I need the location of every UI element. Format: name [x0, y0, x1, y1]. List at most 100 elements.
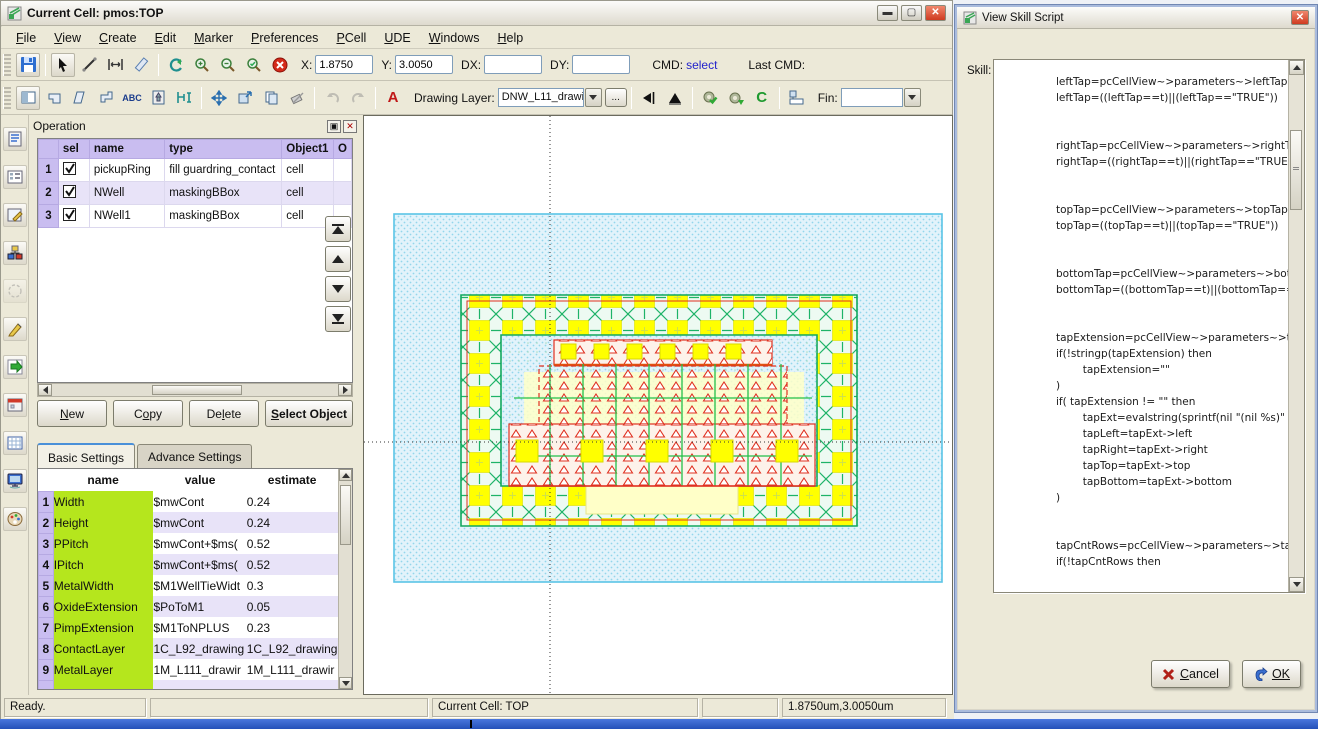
operation-hscrollbar[interactable]: [37, 383, 353, 397]
setting-row[interactable]: 3PPitch$mwCont+$ms(0.52: [39, 533, 338, 554]
operation-row-3[interactable]: 3 NWell1 maskingBBox cell: [39, 205, 352, 228]
setting-value[interactable]: $PoToM1: [153, 596, 246, 617]
layout-canvas[interactable]: [363, 115, 953, 695]
operation-row-1[interactable]: 1 pickupRing fill guardring_contact cell: [39, 159, 352, 182]
col-setting-estimate[interactable]: estimate: [247, 469, 338, 491]
menu-view[interactable]: View: [45, 29, 90, 47]
selection-area-icon[interactable]: [3, 279, 27, 303]
menu-ude[interactable]: UDE: [375, 29, 419, 47]
menu-pcell[interactable]: PCell: [327, 29, 375, 47]
path-tool-icon[interactable]: [68, 86, 92, 110]
run-update-icon[interactable]: [724, 86, 748, 110]
setting-row[interactable]: 8ContactLayer1C_L92_drawing1C_L92_drawin…: [39, 638, 338, 659]
compile-icon[interactable]: C: [750, 86, 774, 110]
zoom-in-icon[interactable]: [190, 53, 214, 77]
grid-table-icon[interactable]: [3, 431, 27, 455]
menu-preferences[interactable]: Preferences: [242, 29, 327, 47]
operation-list-icon[interactable]: [3, 165, 27, 189]
ruler-tool-icon[interactable]: [172, 86, 196, 110]
drawing-layer-value[interactable]: DNW_L11_drawir: [498, 88, 584, 107]
palette-icon[interactable]: [3, 507, 27, 531]
skill-vscrollbar[interactable]: [1288, 60, 1304, 592]
script-list-icon[interactable]: [3, 127, 27, 151]
ok-button[interactable]: OK: [1242, 660, 1301, 688]
display-icon[interactable]: [3, 469, 27, 493]
fin-value[interactable]: [841, 88, 903, 107]
toolbar-grip[interactable]: [3, 54, 11, 76]
menu-help[interactable]: Help: [488, 29, 532, 47]
setting-row[interactable]: 4IPitch$mwCont+$ms(0.52: [39, 554, 338, 575]
layer-browse-button[interactable]: ...: [605, 88, 627, 107]
setting-value[interactable]: $mwCont: [153, 491, 246, 512]
run-script-icon[interactable]: [3, 355, 27, 379]
dx-input[interactable]: [484, 55, 542, 74]
redo-icon[interactable]: [346, 86, 370, 110]
measure-icon[interactable]: [129, 53, 153, 77]
skill-close-button[interactable]: ✕: [1291, 10, 1309, 25]
setting-row[interactable]: 7PimpExtension$M1ToNPLUS0.23: [39, 617, 338, 638]
menu-create[interactable]: Create: [90, 29, 146, 47]
skill-code-area[interactable]: leftTap=pcCellView~>parameters~>leftTap …: [993, 59, 1305, 593]
redraw-icon[interactable]: [164, 53, 188, 77]
edit-cell-icon[interactable]: [3, 203, 27, 227]
setting-value[interactable]: $mwCont: [153, 512, 246, 533]
tab-basic-settings[interactable]: Basic Settings: [37, 443, 135, 469]
mirror-horizontal-icon[interactable]: [637, 86, 661, 110]
rectangle-tool-icon[interactable]: [16, 86, 40, 110]
pencil-icon[interactable]: [3, 317, 27, 341]
setting-value[interactable]: $M1ToNPLUS: [153, 617, 246, 638]
mirror-vertical-icon[interactable]: [663, 86, 687, 110]
drawing-layer-combo[interactable]: DNW_L11_drawir: [498, 88, 602, 107]
setting-row[interactable]: 2Height$mwCont0.24: [39, 512, 338, 533]
setting-value[interactable]: $mwCont+$ms(: [153, 554, 246, 575]
skill-scroll-up-icon[interactable]: [1289, 60, 1304, 75]
col-type[interactable]: type: [165, 140, 282, 159]
menu-marker[interactable]: Marker: [185, 29, 242, 47]
dy-input[interactable]: [572, 55, 630, 74]
select-pointer-icon[interactable]: [51, 53, 75, 77]
x-input[interactable]: [315, 55, 373, 74]
setting-row[interactable]: 9MetalLayer1M_L111_drawir1M_L111_drawir: [39, 659, 338, 680]
toolbar-grip-2[interactable]: [3, 87, 11, 109]
drawing-layer-dropdown-icon[interactable]: [585, 88, 602, 107]
scroll-up-icon[interactable]: [339, 469, 352, 481]
skill-scroll-down-icon[interactable]: [1289, 577, 1304, 592]
panel-close-icon[interactable]: ✕: [343, 120, 357, 133]
col-setting-value[interactable]: value: [153, 469, 246, 491]
ruler-line-icon[interactable]: [77, 53, 101, 77]
setting-row[interactable]: 5MetalWidth$M1WellTieWidt0.3: [39, 575, 338, 596]
move-top-icon[interactable]: [325, 216, 351, 242]
taskbar[interactable]: [0, 719, 1318, 729]
tab-advance-settings[interactable]: Advance Settings: [137, 444, 252, 468]
copy-button[interactable]: Copy: [113, 400, 183, 427]
menu-file[interactable]: File: [7, 29, 45, 47]
layout-view-icon[interactable]: [785, 86, 809, 110]
y-input[interactable]: [395, 55, 453, 74]
skill-scroll-thumb[interactable]: [1290, 130, 1302, 210]
wire-tool-icon[interactable]: [94, 86, 118, 110]
vscroll-thumb[interactable]: [340, 485, 351, 545]
setting-value[interactable]: 1M_L111_drawir: [153, 659, 246, 680]
zoom-fit-icon[interactable]: [242, 53, 266, 77]
checkbox-checked-icon[interactable]: [63, 208, 76, 221]
copy-tool-icon[interactable]: [259, 86, 283, 110]
operation-row-2[interactable]: 2 NWell maskingBBox cell: [39, 182, 352, 205]
move-tool-icon[interactable]: [207, 86, 231, 110]
setting-row[interactable]: 6OxideExtension$PoToM10.05: [39, 596, 338, 617]
setting-value[interactable]: 1C_L92_drawing: [153, 638, 246, 659]
minimize-button[interactable]: ▬: [877, 5, 898, 21]
hscroll-thumb[interactable]: [152, 385, 242, 395]
setting-row-partial[interactable]: [39, 680, 338, 690]
polygon-tool-icon[interactable]: [42, 86, 66, 110]
operation-panel-header[interactable]: Operation ▣ ✕: [29, 115, 361, 137]
oxide-region-lower[interactable]: [586, 484, 738, 514]
delete-button[interactable]: Delete: [189, 400, 259, 427]
fin-dropdown-icon[interactable]: [904, 88, 921, 107]
menu-edit[interactable]: Edit: [146, 29, 186, 47]
calendar-icon[interactable]: [3, 393, 27, 417]
col-object1[interactable]: Object1: [282, 140, 334, 159]
skill-code[interactable]: leftTap=pcCellView~>parameters~>leftTap …: [994, 60, 1288, 592]
fin-combo[interactable]: [841, 88, 921, 107]
setting-value[interactable]: $mwCont+$ms(: [153, 533, 246, 554]
cancel-button[interactable]: Cancel: [1151, 660, 1230, 688]
